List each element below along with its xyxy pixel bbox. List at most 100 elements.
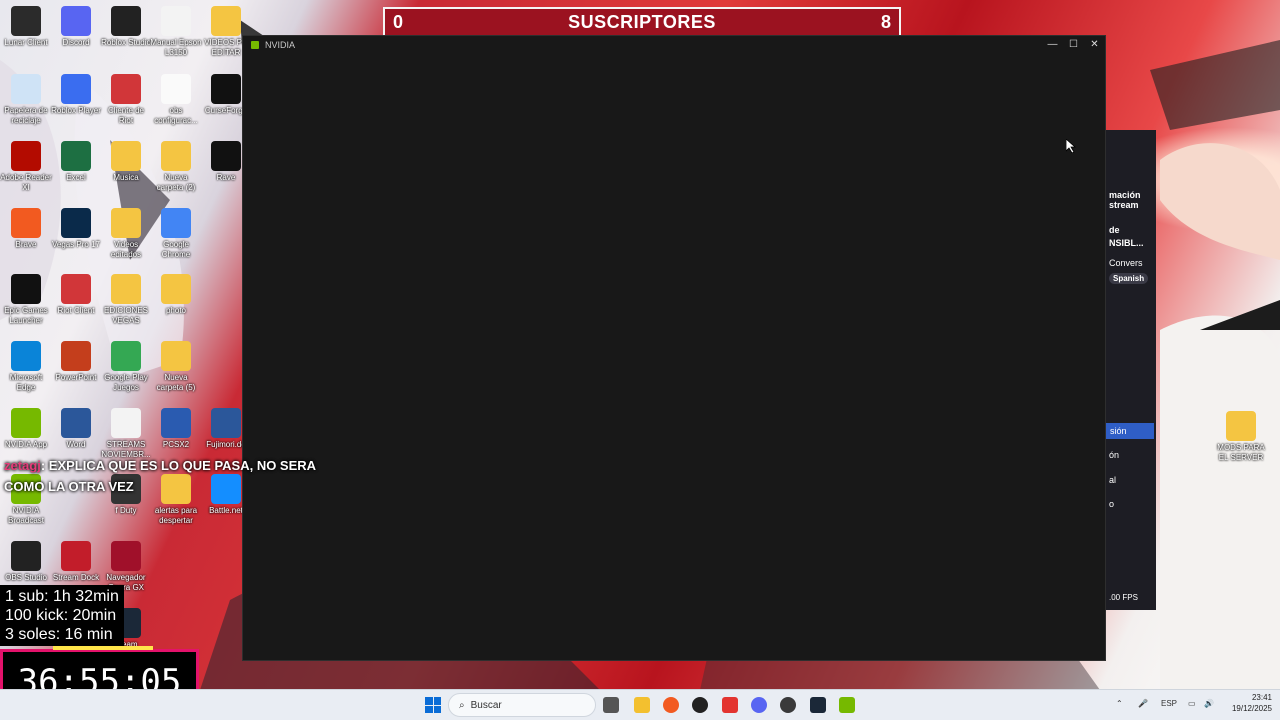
file-explorer-icon[interactable] bbox=[634, 697, 650, 713]
roblox-studio-icon bbox=[111, 6, 141, 36]
desktop-icon-label: Adobe Reader XI bbox=[0, 173, 52, 192]
obs-panel-line: de bbox=[1109, 225, 1120, 235]
desktop-icon-label: Videos editados bbox=[110, 240, 142, 259]
desktop-icon[interactable]: Stream Dock bbox=[50, 541, 102, 583]
chevron-up-icon[interactable]: ⌃ bbox=[1116, 699, 1123, 708]
chat-username: zetagj bbox=[4, 458, 41, 473]
microphone-icon[interactable]: 🎤 bbox=[1138, 699, 1148, 708]
folder-icon bbox=[161, 274, 191, 304]
obs-panel-line: Convers bbox=[1109, 258, 1143, 268]
desktop-icon-label: Word bbox=[66, 440, 86, 449]
obs-icon bbox=[11, 541, 41, 571]
desktop-icon[interactable]: MODS PARA EL SERVER bbox=[1215, 411, 1267, 463]
desktop-icon-label: Google Play Juegos bbox=[104, 373, 148, 392]
desktop-icon[interactable]: Epic Games Launcher bbox=[0, 274, 52, 326]
minimize-button[interactable]: — bbox=[1042, 36, 1063, 54]
desktop-icon[interactable]: Discord bbox=[50, 6, 102, 48]
discord-icon bbox=[61, 6, 91, 36]
app-icon[interactable] bbox=[780, 697, 796, 713]
window-title: NVIDIA bbox=[265, 40, 296, 50]
desktop-icon-label: photo bbox=[165, 306, 187, 315]
desktop-icon[interactable]: Manual Epson L3150 bbox=[150, 6, 202, 58]
desktop-icon[interactable]: photo bbox=[150, 274, 202, 316]
language-badge[interactable]: Spanish bbox=[1109, 273, 1149, 284]
curseforge-icon bbox=[211, 74, 241, 104]
nvidia-icon[interactable] bbox=[839, 697, 855, 713]
clock[interactable]: 23:41 19/12/2025 bbox=[1232, 692, 1272, 714]
desktop-icon[interactable]: Nueva carpeta (2) bbox=[150, 141, 202, 193]
desktop-icon[interactable]: Excel bbox=[50, 141, 102, 183]
steam-icon[interactable] bbox=[810, 697, 826, 713]
opera-icon bbox=[111, 541, 141, 571]
obs-panel-line[interactable]: al bbox=[1109, 475, 1116, 485]
nvidia-app-window[interactable]: NVIDIA — ☐ ✕ bbox=[242, 35, 1106, 661]
desktop-icon[interactable]: Musica bbox=[100, 141, 152, 183]
desktop-icon[interactable]: Google Chrome bbox=[150, 208, 202, 260]
desktop-icon[interactable]: Riot Client bbox=[50, 274, 102, 316]
desktop-icon[interactable]: Nueva carpeta (5) bbox=[150, 341, 202, 393]
desktop-icon-label: PCSX2 bbox=[162, 440, 190, 449]
desktop-icon-label: obs configurac... bbox=[154, 106, 198, 125]
network-icon[interactable]: ▭ bbox=[1188, 699, 1196, 708]
clock-date: 19/12/2025 bbox=[1231, 704, 1272, 713]
desktop-icon[interactable]: PowerPoint bbox=[50, 341, 102, 383]
riot-icon bbox=[111, 74, 141, 104]
brave-icon[interactable] bbox=[663, 697, 679, 713]
maximize-button[interactable]: ☐ bbox=[1063, 36, 1084, 54]
desktop-icon-label: Manual Epson L3150 bbox=[150, 38, 202, 57]
desktop-icon[interactable]: Lunar Client bbox=[0, 6, 52, 48]
desktop-icon[interactable]: Microsoft Edge bbox=[0, 341, 52, 393]
desktop-icon[interactable]: NVIDIA App bbox=[0, 408, 52, 450]
desktop-icon[interactable]: Papelera de reciclaje bbox=[0, 74, 52, 126]
obs-panel-line[interactable]: sión bbox=[1106, 423, 1154, 439]
desktop-icon[interactable]: Cliente de Riot bbox=[100, 74, 152, 126]
folder-icon bbox=[1226, 411, 1256, 441]
desktop-icon[interactable]: EDICIONES VEGAS bbox=[100, 274, 152, 326]
desktop-icon-label: NVIDIA App bbox=[4, 440, 48, 449]
desktop-icon-label: Riot Client bbox=[57, 306, 95, 315]
desktop-icon[interactable]: Adobe Reader XI bbox=[0, 141, 52, 193]
obs-panel-line: NSIBL... bbox=[1109, 238, 1144, 248]
desktop-icon-label: Cliente de Riot bbox=[107, 106, 145, 125]
obs-side-panel[interactable]: mación stream de NSIBL... Convers Spanis… bbox=[1106, 130, 1156, 610]
stream-dock-icon[interactable] bbox=[722, 697, 738, 713]
taskbar-search[interactable]: ⌕ Buscar bbox=[448, 693, 596, 717]
desktop-icon[interactable]: Google Play Juegos bbox=[100, 341, 152, 393]
desktop-icon-label: Musica bbox=[113, 173, 139, 182]
chat-text: : EXPLICA QUE ES LO QUE PASA, NO SERA CO… bbox=[4, 458, 316, 494]
close-button[interactable]: ✕ bbox=[1084, 36, 1105, 54]
desktop-icon-label: f Duty bbox=[115, 506, 137, 515]
desktop-icon-label: Lunar Client bbox=[4, 38, 48, 47]
start-button[interactable] bbox=[425, 697, 441, 713]
desktop-icon[interactable]: PCSX2 bbox=[150, 408, 202, 450]
subscriber-goal-title: SUSCRIPTORES bbox=[568, 11, 716, 32]
volume-icon[interactable]: 🔊 bbox=[1204, 699, 1214, 708]
obs-panel-line[interactable]: ón bbox=[1109, 450, 1119, 460]
subscriber-goal-bar: 0 SUSCRIPTORES 8 bbox=[383, 7, 901, 37]
lunar-icon bbox=[11, 6, 41, 36]
desktop-icon-label: Papelera de reciclaje bbox=[4, 106, 48, 125]
window-titlebar[interactable]: NVIDIA — ☐ ✕ bbox=[243, 36, 1105, 54]
obs-icon[interactable] bbox=[692, 697, 708, 713]
desktop-icon[interactable]: obs configurac... bbox=[150, 74, 202, 126]
desktop-icon[interactable]: Brave bbox=[0, 208, 52, 250]
desktop-icon-label: Nueva carpeta (5) bbox=[156, 373, 196, 392]
desktop-icon[interactable]: Roblox Studio bbox=[100, 6, 152, 48]
epic-icon bbox=[11, 274, 41, 304]
task-view-icon[interactable] bbox=[603, 697, 619, 713]
excel-icon bbox=[61, 141, 91, 171]
desktop-icon[interactable]: Roblox Player bbox=[50, 74, 102, 116]
discord-icon[interactable] bbox=[751, 697, 767, 713]
desktop-icon[interactable]: OBS Studio bbox=[0, 541, 52, 583]
desktop-icon[interactable]: STREAMS NOVIEMBR... bbox=[100, 408, 152, 460]
language-indicator[interactable]: ESP bbox=[1161, 699, 1177, 708]
desktop-icon-label: Discord bbox=[62, 38, 90, 47]
obs-panel-line: stream bbox=[1109, 200, 1139, 210]
obs-panel-line[interactable]: o bbox=[1109, 499, 1114, 509]
desktop-icon[interactable]: Vegas Pro 17 bbox=[50, 208, 102, 250]
riot-icon bbox=[61, 274, 91, 304]
folder-icon bbox=[161, 341, 191, 371]
desktop-icon-label: Nueva carpeta (2) bbox=[156, 173, 196, 192]
desktop-icon[interactable]: Videos editados bbox=[100, 208, 152, 260]
desktop-icon[interactable]: Word bbox=[50, 408, 102, 450]
